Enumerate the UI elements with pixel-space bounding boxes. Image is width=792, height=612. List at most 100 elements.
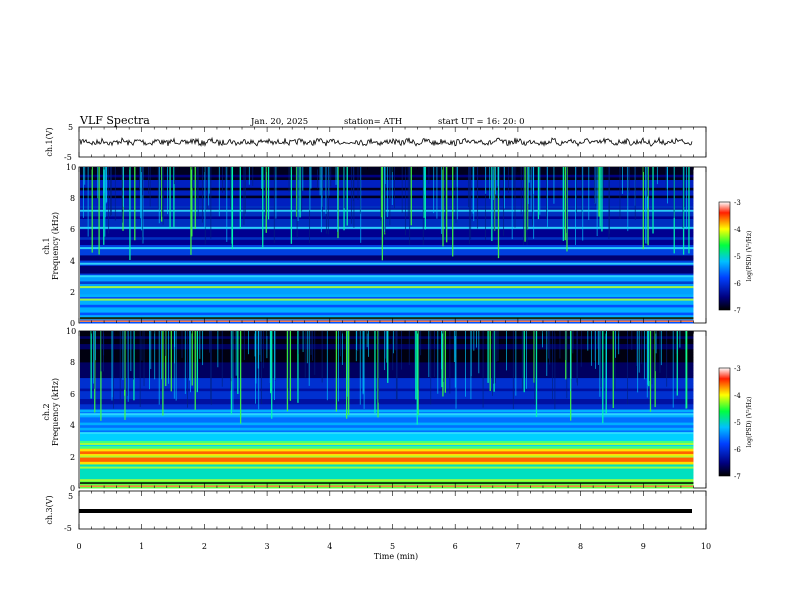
spectrogram-cell xyxy=(173,331,175,399)
ch3-waveform-panel: 5 -5 ch.3(V) xyxy=(45,490,707,533)
spectrogram-cell xyxy=(385,331,387,359)
spectrogram-cell xyxy=(564,331,566,361)
spectrogram-cell xyxy=(273,331,275,400)
spectrogram-cell xyxy=(139,167,140,190)
spectrogram-cell xyxy=(265,167,266,216)
spectrogram-cell xyxy=(290,167,293,244)
spectrogram-cell xyxy=(126,331,128,396)
spectrogram-cell xyxy=(595,167,597,207)
spectrogram-cell xyxy=(357,331,359,352)
spectrogram-cell xyxy=(108,167,110,234)
spectrogram-cell xyxy=(523,331,525,393)
spectrogram-cell xyxy=(430,331,432,405)
spectrogram-cell xyxy=(224,167,226,195)
ch3-ytick-bottom: -5 xyxy=(64,524,72,533)
spectrogram-cell xyxy=(452,167,454,257)
spectrogram-cell xyxy=(470,331,472,400)
spectrogram-cell xyxy=(394,167,395,209)
spectrogram-cell xyxy=(526,331,527,389)
spectrogram-cell xyxy=(497,331,499,362)
spectrogram-cell xyxy=(554,331,556,410)
spectrogram-cell xyxy=(239,331,242,424)
spectrogram-cell xyxy=(150,331,152,370)
spectrogram-cell xyxy=(465,331,466,397)
spectrogram-cell xyxy=(588,167,590,220)
figure-title: VLF Spectra xyxy=(79,114,150,127)
spectrogram-cell xyxy=(327,167,329,235)
spectrogram-cell xyxy=(306,331,308,364)
spectrogram-cell xyxy=(530,167,532,211)
cb1-tick--3: -3 xyxy=(734,199,741,207)
spectrogram-cell xyxy=(312,331,314,361)
spectrogram-cell xyxy=(512,331,514,409)
spectrogram-cell xyxy=(243,331,245,361)
ch1-waveform-ylabel: ch.1(V) xyxy=(45,127,54,156)
spectrogram-cell xyxy=(515,331,517,396)
spectrogram-cell xyxy=(80,466,694,469)
ch2-colorbar: -3 -4 -5 -6 -7 log(PSD) (V²/Hz) xyxy=(718,365,753,481)
spectrogram-cell xyxy=(525,167,527,233)
spectrogram-cell xyxy=(482,331,484,408)
ch3-ytick-top: 5 xyxy=(68,492,73,501)
spectrogram-cell xyxy=(673,167,675,218)
xtick-2: 2 xyxy=(202,542,207,551)
spectrogram-cell xyxy=(638,331,640,373)
spectrogram-cell xyxy=(80,482,694,484)
spectrogram-cell xyxy=(395,331,397,400)
spectrogram-cell xyxy=(622,167,623,194)
spectrogram-cell xyxy=(169,167,171,229)
spectrogram-cell xyxy=(139,331,141,408)
spectrogram-cell xyxy=(80,443,694,446)
spectrogram-cell xyxy=(593,331,595,361)
spectrogram-cell xyxy=(477,167,479,207)
spectrogram-cell xyxy=(401,331,402,370)
spectrogram-cell xyxy=(493,331,495,384)
ch1-channel-label: ch.1 xyxy=(42,237,51,254)
spectrogram-cell xyxy=(569,331,571,392)
spectrogram-cell xyxy=(609,167,610,234)
spectrogram-cell xyxy=(396,331,398,402)
spectrogram-cell xyxy=(98,167,100,255)
spectrogram-cell xyxy=(149,167,151,207)
spectrogram-cell xyxy=(302,331,304,353)
spectrogram-cell xyxy=(301,167,303,212)
spectrogram-cell xyxy=(267,167,270,220)
spectrogram-cell xyxy=(523,167,524,245)
ch2-frequency-label: Frequency (kHz) xyxy=(51,378,60,446)
spectrogram-cell xyxy=(559,331,561,359)
spectrogram-cell xyxy=(161,331,162,380)
spectrogram-cell xyxy=(526,167,528,245)
spectrogram-cell xyxy=(374,331,376,414)
spectrogram-cell xyxy=(314,331,316,375)
spectrogram-cell xyxy=(587,331,589,351)
spectrogram-cell xyxy=(513,167,515,188)
spectrogram-cell xyxy=(646,167,648,197)
spectrogram-cell xyxy=(192,167,193,189)
spectrogram-cell xyxy=(595,331,596,369)
spectrogram-cell xyxy=(389,167,391,226)
ch3-waveform-ylabel: ch.3(V) xyxy=(45,495,54,524)
spectrogram-cell xyxy=(204,167,206,229)
spectrogram-cell xyxy=(468,167,470,244)
xtick-6: 6 xyxy=(453,542,458,551)
spectrogram-cell xyxy=(599,167,601,227)
spectrogram-cell xyxy=(261,167,262,189)
spectrogram-cell xyxy=(602,331,604,424)
spectrogram-cell xyxy=(487,331,489,383)
spectrogram-cell xyxy=(391,167,393,206)
spectrogram-cell xyxy=(437,331,439,394)
spectrogram-cell xyxy=(659,331,661,373)
ch1-ytick-6: 6 xyxy=(70,225,75,234)
spectrogram-cell xyxy=(428,331,430,378)
spectrogram-cell xyxy=(442,167,444,247)
spectrogram-cell xyxy=(456,167,458,187)
ch1-waveform-panel: 5 -5 ch.1(V) xyxy=(45,123,707,162)
spectrogram-cell xyxy=(394,331,396,351)
spectrogram-cell xyxy=(210,167,212,239)
spectrogram-cell xyxy=(408,331,410,366)
spectrogram-cell xyxy=(221,331,223,387)
spectrogram-cell xyxy=(199,331,201,359)
spectrogram-cell xyxy=(386,167,388,218)
spectrogram-cell xyxy=(287,331,289,389)
spectrogram-cell xyxy=(407,167,409,217)
